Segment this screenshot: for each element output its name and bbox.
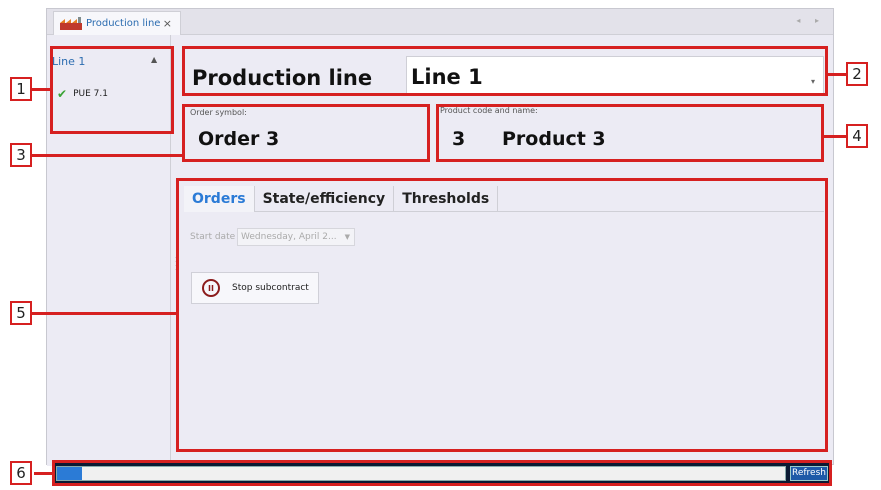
callout-line-3 xyxy=(32,154,182,157)
close-icon[interactable]: × xyxy=(163,17,172,30)
callout-number-3: 3 xyxy=(10,143,32,167)
tab-label: Production line xyxy=(86,18,161,29)
callout-number-1: 1 xyxy=(10,77,32,101)
callout-box-3 xyxy=(182,104,430,162)
callout-number-2: 2 xyxy=(846,62,868,86)
callout-line-6 xyxy=(34,472,52,475)
callout-box-1 xyxy=(50,46,174,134)
callout-line-5 xyxy=(32,312,176,315)
callout-line-1 xyxy=(32,88,50,91)
factory-icon xyxy=(60,17,82,30)
tab-production-line[interactable]: Production line × xyxy=(53,11,181,35)
document-tab-bar: Production line × ◂ ▸ xyxy=(47,9,833,35)
callout-line-2 xyxy=(828,73,846,76)
callout-number-5: 5 xyxy=(10,301,32,325)
app-root: Production line × ◂ ▸ Line 1 ▲ ✔ PUE 7.1… xyxy=(0,0,881,490)
callout-box-2 xyxy=(182,46,828,96)
callout-number-6: 6 xyxy=(10,461,32,485)
callout-number-4: 4 xyxy=(846,124,868,148)
callout-line-4 xyxy=(824,135,846,138)
tab-scroll-arrows[interactable]: ◂ ▸ xyxy=(796,16,825,25)
callout-box-4 xyxy=(436,104,824,162)
callout-box-6 xyxy=(52,460,832,486)
callout-box-5 xyxy=(176,178,828,452)
